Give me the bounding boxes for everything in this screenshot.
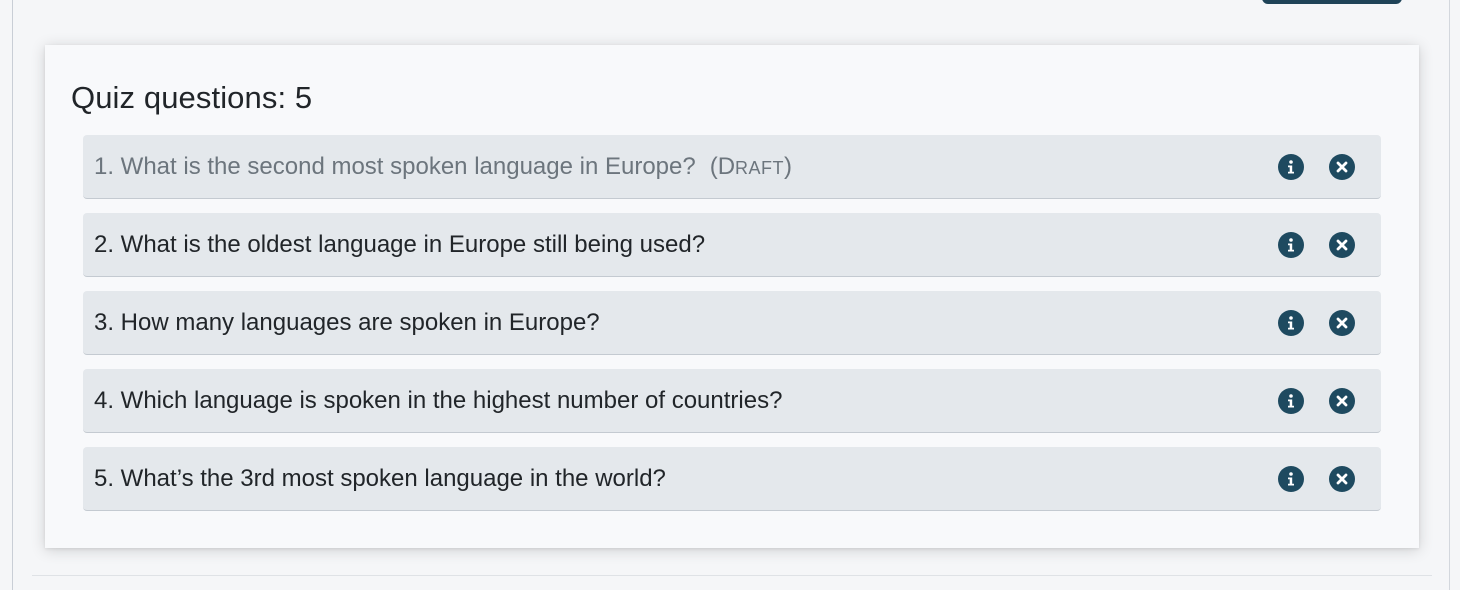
info-icon[interactable] bbox=[1278, 388, 1304, 414]
question-text: 5. What’s the 3rd most spoken language i… bbox=[94, 464, 666, 492]
question-list: 1. What is the second most spoken langua… bbox=[83, 135, 1381, 525]
question-row-3[interactable]: 3. How many languages are spoken in Euro… bbox=[83, 291, 1381, 355]
quiz-questions-card: Quiz questions: 5 1. What is the second … bbox=[45, 45, 1419, 548]
remove-question-icon[interactable] bbox=[1329, 154, 1355, 180]
info-icon[interactable] bbox=[1278, 310, 1304, 336]
right-border bbox=[1449, 0, 1450, 590]
question-row-5[interactable]: 5. What’s the 3rd most spoken language i… bbox=[83, 447, 1381, 511]
remove-question-icon[interactable] bbox=[1329, 310, 1355, 336]
info-icon[interactable] bbox=[1278, 466, 1304, 492]
quiz-title: Quiz questions: 5 bbox=[71, 80, 313, 115]
remove-question-icon[interactable] bbox=[1329, 388, 1355, 414]
question-row-4[interactable]: 4. Which language is spoken in the highe… bbox=[83, 369, 1381, 433]
remove-question-icon[interactable] bbox=[1329, 232, 1355, 258]
question-text: 2. What is the oldest language in Europe… bbox=[94, 230, 706, 258]
question-row-1[interactable]: 1. What is the second most spoken langua… bbox=[83, 135, 1381, 199]
page: Quiz questions: 5 1. What is the second … bbox=[0, 0, 1460, 590]
question-text: 1. What is the second most spoken langua… bbox=[94, 152, 696, 180]
remove-question-icon[interactable] bbox=[1329, 466, 1355, 492]
left-border bbox=[12, 0, 13, 590]
question-row-2[interactable]: 2. What is the oldest language in Europe… bbox=[83, 213, 1381, 277]
info-icon[interactable] bbox=[1278, 232, 1304, 258]
top-button-edge[interactable] bbox=[1262, 0, 1402, 4]
info-icon[interactable] bbox=[1278, 154, 1304, 180]
draft-badge: (DRAFT) bbox=[709, 152, 793, 180]
question-text: 4. Which language is spoken in the highe… bbox=[94, 386, 783, 414]
bottom-divider bbox=[32, 575, 1432, 576]
question-text: 3. How many languages are spoken in Euro… bbox=[94, 308, 600, 336]
